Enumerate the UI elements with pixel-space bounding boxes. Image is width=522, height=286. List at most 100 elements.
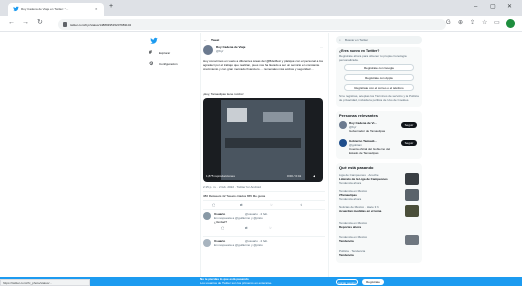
- tweet-text-closing: ¡Hoy, Tamaulipas tiene rumbo!: [203, 92, 244, 96]
- trend-thumbnail: [405, 205, 419, 217]
- search-input[interactable]: ⌕ Buscar en Twitter: [336, 36, 422, 44]
- lock-icon: [63, 22, 67, 27]
- divider: [203, 209, 325, 210]
- signup-button[interactable]: Regístrate: [362, 278, 384, 285]
- tabs-icon[interactable]: ▭: [494, 19, 500, 27]
- trend-item[interactable]: Política · Tendencia Tendencia: [339, 249, 421, 261]
- person-bio: Cuenta oficial del Gobierno del Estado d…: [349, 147, 391, 155]
- share-icon[interactable]: ⇪: [470, 19, 475, 27]
- phone-signup-button[interactable]: Regístrate con el correo o el teléfono: [344, 84, 414, 91]
- zoom-icon[interactable]: ⊕: [458, 19, 463, 27]
- signup-label: Regístrate: [366, 279, 380, 284]
- twitter-bird-icon: [13, 6, 19, 12]
- trend-item[interactable]: Liga de Campeones · Anoche Liderato de l…: [339, 173, 421, 187]
- trend-title: Tendencia: [339, 239, 354, 243]
- status-bar: https://twitter.com/rfc_photo/status/...: [0, 279, 90, 286]
- author-avatar[interactable]: [203, 45, 213, 55]
- volume-icon[interactable]: ◀: [313, 174, 315, 178]
- like-icon[interactable]: ♡: [270, 203, 273, 207]
- banner-subtitle: Los usuarios de Twitter son los primeros…: [200, 281, 273, 285]
- reply-text: ¿Verdad?: [214, 220, 228, 224]
- signup-card: ¿Eres nuevo en Twitter? Regístrate ahora…: [336, 47, 422, 107]
- follow-button[interactable]: Seguir: [401, 140, 417, 146]
- trend-item[interactable]: Tendencia en México Tendencia: [339, 235, 421, 247]
- google-signup-button[interactable]: Regístrate con Google: [344, 64, 414, 71]
- follow-label: Seguir: [404, 141, 414, 145]
- reply-avatar: [203, 239, 211, 247]
- close-window-button[interactable]: ✕: [507, 4, 512, 11]
- trends-title: Qué está pasando: [339, 165, 374, 170]
- like-icon[interactable]: ♡: [269, 226, 272, 230]
- login-label: Iniciar sesión: [338, 280, 356, 285]
- follow-button[interactable]: Seguir: [401, 122, 417, 128]
- trend-title: Acuerdan medidas en el tema: [339, 209, 382, 213]
- video-detail: [227, 108, 247, 122]
- profile-avatar[interactable]: [506, 19, 515, 28]
- reply-icon[interactable]: ◯: [221, 226, 224, 230]
- person-avatar: [339, 121, 347, 129]
- login-button[interactable]: Iniciar sesión: [336, 278, 358, 285]
- people-title: Personas relevantes: [339, 113, 378, 118]
- video-views: 1,875 reproducciones: [206, 174, 235, 178]
- tab-close-icon[interactable]: ✕: [95, 7, 101, 11]
- google-signup-label: Regístrate con Google: [363, 66, 395, 70]
- reply-icon[interactable]: ◯: [212, 203, 215, 207]
- reply-item[interactable]: Usuario @usuario · 2 feb. En respuesta a…: [203, 212, 325, 236]
- follow-label: Seguir: [404, 123, 414, 127]
- sidebar-item-label: Explorar: [159, 51, 171, 55]
- share-tweet-icon[interactable]: ⇪: [300, 203, 303, 207]
- back-icon[interactable]: ←: [8, 19, 15, 27]
- tweet-video[interactable]: 1,875 reproducciones 0:00 / 0:41 ◀: [203, 98, 323, 182]
- person-item[interactable]: Gobierno Tamauli... @gobtam Cuenta ofici…: [339, 139, 421, 157]
- maximize-button[interactable]: ▢: [490, 4, 496, 11]
- people-card: Personas relevantes Roy Cadena de Vi... …: [336, 111, 422, 159]
- search-placeholder: Buscar en Twitter: [345, 38, 369, 42]
- twitter-logo-icon[interactable]: [150, 37, 158, 45]
- trend-item[interactable]: Tendencia en México Deportes ahora: [339, 221, 421, 233]
- signup-subtitle: Regístrate ahora para obtener tu propia …: [339, 54, 407, 62]
- signup-legal: Si te registras, aceptas los Términos de…: [339, 94, 419, 102]
- sidebar-item-explore[interactable]: # Explorar: [149, 50, 194, 56]
- url-text: twitter.com/Kyr/status/14889395152079831…: [70, 22, 132, 27]
- address-bar[interactable]: twitter.com/Kyr/status/14889395152079831…: [58, 19, 446, 30]
- tweet-stats: 380 Retweets 42 Tweets citados 865 Me gu…: [203, 194, 266, 198]
- minimize-button[interactable]: –: [474, 4, 477, 11]
- trend-thumbnail: [405, 173, 419, 185]
- retweet-icon[interactable]: ⇄: [240, 203, 243, 207]
- sidebar-item-settings[interactable]: ⚙ Configuración: [149, 61, 194, 67]
- reload-icon[interactable]: ↻: [37, 19, 43, 27]
- apple-signup-label: Regístrate con Apple: [365, 76, 393, 80]
- trend-sub: Tendencia ahora: [339, 181, 362, 185]
- person-avatar: [339, 139, 347, 147]
- author-handle[interactable]: @Kyr: [216, 49, 276, 53]
- reply-item[interactable]: Usuario @usuario · 2 feb. En respuesta a…: [203, 239, 325, 251]
- forward-icon[interactable]: →: [22, 19, 29, 27]
- bookmark-star-icon[interactable]: ☆: [482, 19, 487, 27]
- tab-title: Roy Cadena de Viaje en Twitter: "...: [21, 6, 69, 11]
- new-tab-button[interactable]: +: [109, 3, 113, 11]
- trend-title: Deportes ahora: [339, 225, 362, 229]
- browser-tab[interactable]: Roy Cadena de Viaje en Twitter: "... ✕: [8, 3, 104, 16]
- video-time: 0:00 / 0:41: [287, 174, 302, 178]
- retweet-icon[interactable]: ⇄: [245, 226, 248, 230]
- reply-context: En respuesta a @guillermo y @pisto: [214, 243, 263, 247]
- divider: [203, 191, 325, 192]
- extension-icon[interactable]: G: [446, 19, 451, 27]
- page-title: Tweet: [211, 38, 220, 42]
- back-arrow-icon[interactable]: ←: [204, 38, 207, 42]
- signup-title: ¿Eres nuevo en Twitter?: [339, 49, 380, 53]
- hashtag-icon: #: [149, 50, 152, 56]
- trend-item[interactable]: Tendencia en México #Tamaulipas Tendenci…: [339, 189, 421, 203]
- phone-signup-label: Regístrate con el correo o el teléfono: [354, 86, 404, 90]
- video-detail: [263, 112, 293, 122]
- gear-icon: ⚙: [149, 61, 154, 67]
- person-item[interactable]: Roy Cadena de Vi... @Kyr Gobernador de T…: [339, 121, 421, 137]
- trends-card: Qué está pasando Liga de Campeones · Ano…: [336, 163, 422, 263]
- apple-signup-button[interactable]: Regístrate con Apple: [344, 74, 414, 81]
- trend-thumbnail: [405, 235, 419, 245]
- divider: [203, 236, 325, 237]
- trend-item[interactable]: Noticias de México · Hace 3 h Acuerdan m…: [339, 205, 421, 219]
- tweet-timestamp: 2:15 p. m. · 2 feb. 2022 · Twitter for A…: [203, 185, 261, 189]
- more-options-icon[interactable]: ···: [320, 45, 323, 49]
- reply-avatar: [203, 212, 211, 220]
